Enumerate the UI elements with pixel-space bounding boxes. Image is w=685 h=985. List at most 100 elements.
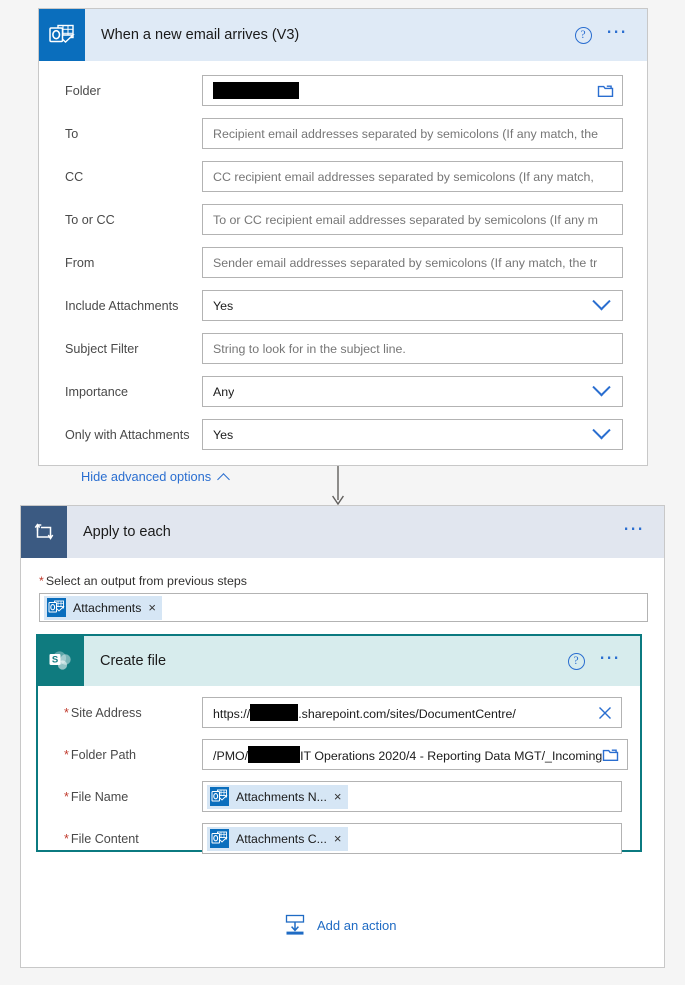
close-icon[interactable]: × [334,832,342,845]
cc-input[interactable]: CC recipient email addresses separated b… [202,161,623,192]
subject-filter-placeholder: String to look for in the subject line. [213,341,406,356]
field-row-file-name: * File Name Attachments N... × [52,781,622,812]
required-marker: * [64,831,69,846]
field-row-site-address: * Site Address https:// .sharepoint.com/si… [52,697,622,728]
to-placeholder: Recipient email addresses separated by s… [213,126,598,141]
create-file-header[interactable]: S Create file ? ⋯ [38,636,640,686]
file-content-input[interactable]: Attachments C... × [202,823,622,854]
create-file-header-actions: ? ⋯ [567,647,640,670]
more-options-icon[interactable]: ⋯ [623,518,646,540]
required-marker: * [39,574,44,588]
redacted-value [248,746,301,763]
to-or-cc-input[interactable]: To or CC recipient email addresses separ… [202,204,623,235]
folder-picker-icon[interactable] [597,83,614,98]
add-an-action-label: Add an action [317,917,397,933]
hide-advanced-options-label: Hide advanced options [81,469,212,484]
outlook-icon [210,787,229,806]
site-address-input[interactable]: https:// .sharepoint.com/sites/DocumentCe… [202,697,622,728]
token-label: Attachments N... [236,789,327,804]
field-label: Importance [65,384,128,399]
apply-to-each-title: Apply to each [83,524,171,540]
chevron-down-icon[interactable] [592,378,614,398]
folder-input[interactable] [202,75,623,106]
field-label: * File Name [52,790,202,804]
to-input[interactable]: Recipient email addresses separated by s… [202,118,623,149]
close-icon[interactable]: × [148,601,156,614]
field-row-to-or-cc: To or CC To or CC recipient email addres… [55,204,623,235]
file-name-input[interactable]: Attachments N... × [202,781,622,812]
add-an-action-button[interactable]: Add an action [283,914,397,936]
apply-to-each-header-actions: ⋯ [623,518,664,540]
field-row-from: From Sender email addresses separated by… [55,247,623,278]
outlook-icon [39,9,85,61]
field-label: * Site Address [52,706,202,720]
from-placeholder: Sender email addresses separated by semi… [213,255,598,270]
more-options-icon[interactable]: ⋯ [599,647,622,669]
field-label: From [65,255,95,270]
field-label: Subject Filter [65,341,139,356]
select-output-input[interactable]: Attachments × [39,593,648,622]
chevron-down-icon[interactable] [592,292,614,312]
field-label: Folder [65,83,101,98]
subject-filter-input[interactable]: String to look for in the subject line. [202,333,623,364]
create-file-card: S Create file ? ⋯ * Site Address https://… [36,634,642,854]
field-row-only-with-attachments: Only with Attachments Yes [55,419,623,450]
trigger-header-actions: ? ⋯ [574,21,647,44]
more-options-icon[interactable]: ⋯ [606,21,629,43]
outlook-icon [47,598,66,617]
create-file-form: * Site Address https://.sharepoint.com/si… [38,686,640,854]
redacted-value [250,704,299,721]
close-icon[interactable]: × [334,790,342,803]
folder-path-value: /PMO/IT Operations 2020/4 - Reporting Da… [213,746,602,763]
field-label: * File Content [52,832,202,846]
folder-path-input[interactable]: /PMO/IT Operations 2020/4 - Reporting Da… [202,739,629,770]
field-label-text: File Name [70,789,129,804]
field-row-folder: Folder [55,75,623,106]
field-label: CC [65,169,84,184]
field-row-importance: Importance Any [55,376,623,407]
help-icon[interactable]: ? [574,26,592,44]
loop-icon [21,506,67,558]
insert-down-icon [283,914,307,936]
apply-to-each-body: * Select an output from previous steps A… [21,558,664,622]
token-attachments[interactable]: Attachments × [44,595,162,620]
include-attachments-dropdown[interactable]: Yes [202,290,623,321]
from-input[interactable]: Sender email addresses separated by semi… [202,247,623,278]
token-attachments-name[interactable]: Attachments N... × [207,784,348,809]
field-label-text: Site Address [70,705,142,720]
only-with-attachments-dropdown[interactable]: Yes [202,419,623,450]
clear-icon[interactable] [597,705,613,721]
field-label: Only with Attachments [65,427,190,442]
field-label: To [65,126,79,141]
importance-dropdown[interactable]: Any [202,376,623,407]
dropdown-value: Any [213,384,235,399]
flow-designer-canvas: When a new email arrives (V3) ? ⋯ Folder [0,0,685,985]
field-label: To or CC [65,212,115,227]
field-row-subject-filter: Subject Filter String to look for in the… [55,333,623,364]
token-label: Attachments C... [236,831,327,846]
svg-text:S: S [52,655,58,666]
help-icon[interactable]: ? [567,652,585,670]
cc-placeholder: CC recipient email addresses separated b… [213,169,594,184]
dropdown-value: Yes [213,298,234,313]
token-attachments-content[interactable]: Attachments C... × [207,826,348,851]
required-marker: * [64,747,69,762]
apply-to-each-header[interactable]: Apply to each ⋯ [21,506,664,558]
required-marker: * [64,789,69,804]
site-address-prefix: https:// [213,707,251,721]
trigger-title: When a new email arrives (V3) [101,27,300,43]
redacted-value [213,82,299,99]
field-row-to: To Recipient email addresses separated b… [55,118,623,149]
field-label-text: File Content [70,831,139,846]
to-or-cc-placeholder: To or CC recipient email addresses separ… [213,212,598,227]
select-output-label-text: Select an output from previous steps [45,574,247,588]
sharepoint-icon: S [38,636,84,686]
folder-picker-icon[interactable] [602,747,619,762]
field-row-file-content: * File Content Attachments C... × [52,823,622,854]
chevron-up-icon [217,473,231,486]
flow-connector-arrow [331,466,345,508]
field-row-include-attachments: Include Attachments Yes [55,290,623,321]
chevron-down-icon[interactable] [592,421,614,441]
hide-advanced-options-link[interactable]: Hide advanced options [81,469,231,486]
trigger-card-header[interactable]: When a new email arrives (V3) ? ⋯ [39,9,647,61]
